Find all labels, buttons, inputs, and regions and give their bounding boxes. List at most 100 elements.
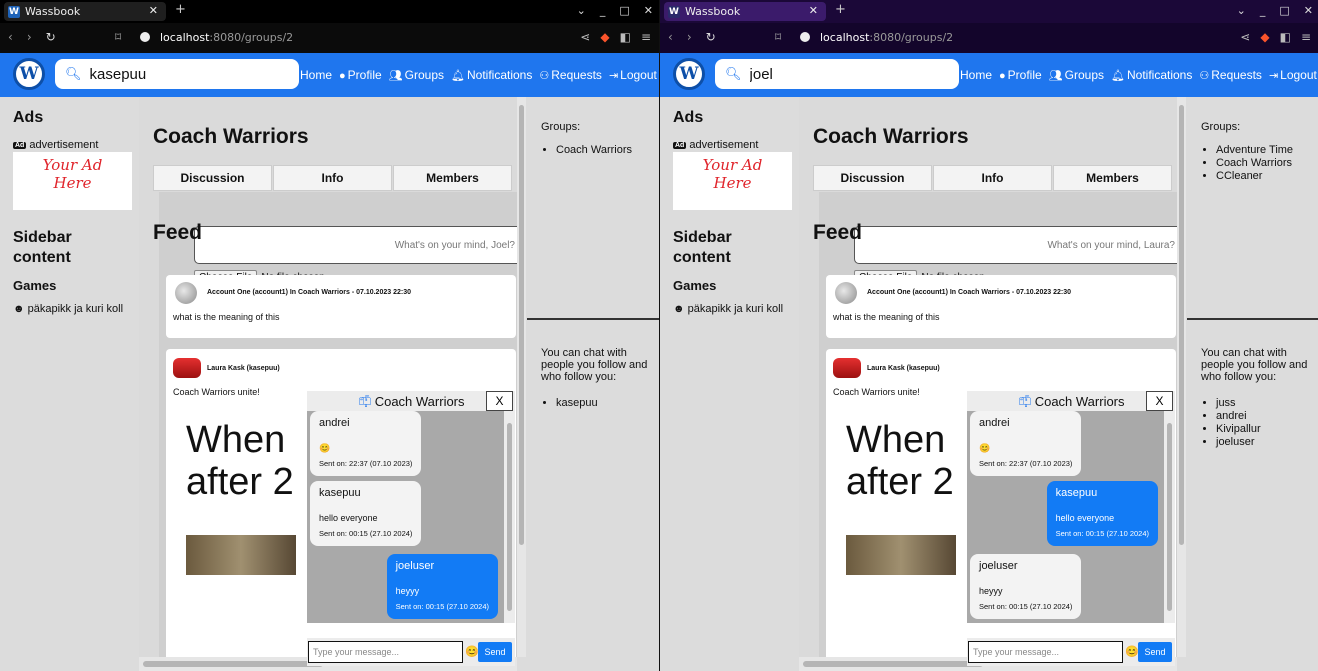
tab-close-icon[interactable]: ✕ xyxy=(149,4,158,17)
minimize-icon[interactable]: _ xyxy=(600,4,606,17)
scroll-thumb[interactable] xyxy=(507,423,512,611)
scroll-thumb[interactable] xyxy=(143,661,323,667)
browser-tab[interactable]: W Wassbook ✕ xyxy=(4,2,166,21)
search-input[interactable] xyxy=(89,65,270,83)
tab-members[interactable]: Members xyxy=(1053,165,1172,191)
nav-groups[interactable]: 👥︎ Groups xyxy=(1049,68,1104,82)
forward-icon[interactable]: › xyxy=(27,30,32,44)
ad-banner[interactable]: Your Ad Here xyxy=(673,152,792,210)
scroll-thumb[interactable] xyxy=(1167,423,1172,611)
site-info-icon[interactable] xyxy=(800,32,810,42)
tab-list-icon[interactable]: ⌄ xyxy=(577,4,586,17)
chat-user[interactable]: kasepuu xyxy=(556,397,598,410)
chat-user[interactable]: andrei xyxy=(1216,410,1261,423)
tab-info[interactable]: Info xyxy=(273,165,392,191)
tab-close-icon[interactable]: ✕ xyxy=(809,4,818,17)
nav-home[interactable]: Home xyxy=(958,68,992,82)
share-icon[interactable]: ⋖ xyxy=(1240,30,1250,44)
share-icon[interactable]: ⋖ xyxy=(580,30,590,44)
nav-home[interactable]: Home xyxy=(298,68,332,82)
scroll-thumb[interactable] xyxy=(519,105,524,545)
group-link[interactable]: Coach Warriors xyxy=(556,144,632,157)
chat-text: hello everyone xyxy=(319,513,378,523)
tab-info[interactable]: Info xyxy=(933,165,1052,191)
nav-logout[interactable]: ⇥ Logout xyxy=(609,68,657,82)
divider xyxy=(1187,318,1318,320)
main-scrollbar[interactable] xyxy=(517,97,526,657)
url-field[interactable]: localhost:8080/groups/2 xyxy=(160,31,293,44)
wassbook-logo[interactable]: W xyxy=(673,58,705,90)
divider xyxy=(527,318,659,320)
search-input[interactable] xyxy=(749,65,930,83)
chat-user[interactable]: juss xyxy=(1216,397,1261,410)
chat-message-input[interactable]: Type your message... xyxy=(968,641,1123,663)
address-bar: ‹ › ↻ ⌑ localhost:8080/groups/2 ⋖ ◆ ◧ ≡ xyxy=(0,23,659,53)
chat-user[interactable]: joeluser xyxy=(1216,436,1261,449)
reload-icon[interactable]: ↻ xyxy=(46,30,56,44)
new-tab-icon[interactable]: + xyxy=(835,2,846,17)
window-close-icon[interactable]: ✕ xyxy=(1304,4,1313,17)
emoji-icon[interactable]: 😊 xyxy=(465,645,479,658)
browser-tab[interactable]: W Wassbook ✕ xyxy=(664,2,826,21)
game-link[interactable]: ☻ päkapikk ja kuri koll xyxy=(13,303,125,315)
chat-user[interactable]: Kivipallur xyxy=(1216,423,1261,436)
brave-shield-icon[interactable]: ◆ xyxy=(600,30,609,44)
search-box[interactable]: 🔍︎ xyxy=(55,59,299,89)
nav-logout[interactable]: ⇥ Logout xyxy=(1269,68,1317,82)
chat-message-input[interactable]: Type your message... xyxy=(308,641,463,663)
forward-icon[interactable]: › xyxy=(687,30,692,44)
scroll-thumb[interactable] xyxy=(1179,105,1184,545)
main-scrollbar[interactable] xyxy=(1177,97,1186,657)
scroll-thumb[interactable] xyxy=(803,661,983,667)
browser-window-left: W Wassbook ✕ + ⌄ _ □ ✕ ‹ › ↻ ⌑ localhost… xyxy=(0,0,659,671)
nav-profile[interactable]: ● Profile xyxy=(339,68,382,82)
nav-profile[interactable]: ● Profile xyxy=(999,68,1042,82)
new-post-input[interactable]: What's on your mind, Joel? xyxy=(194,226,517,264)
search-box[interactable]: 🔍︎ xyxy=(715,59,959,89)
group-link[interactable]: Coach Warriors xyxy=(1216,157,1293,170)
brave-shield-icon[interactable]: ◆ xyxy=(1260,30,1269,44)
chat-scrollbar[interactable] xyxy=(1164,411,1175,623)
chat-close-button[interactable]: X xyxy=(1146,391,1173,411)
nav-requests[interactable]: ⚇ Requests xyxy=(1199,68,1262,82)
menu-icon[interactable]: ≡ xyxy=(1301,30,1311,44)
tab-list-icon[interactable]: ⌄ xyxy=(1237,4,1246,17)
group-link[interactable]: Adventure Time xyxy=(1216,144,1293,157)
nav-notifications[interactable]: 🔔︎ Notifications xyxy=(1111,68,1192,82)
post-card[interactable]: Account One (account1) In Coach Warriors… xyxy=(826,275,1176,338)
maximize-icon[interactable]: □ xyxy=(1279,4,1289,17)
bookmark-icon[interactable]: ⌑ xyxy=(775,30,781,44)
send-button[interactable]: Send xyxy=(1138,642,1172,662)
post-card[interactable]: Account One (account1) In Coach Warriors… xyxy=(166,275,516,338)
nav-groups[interactable]: 👥︎ Groups xyxy=(389,68,444,82)
back-icon[interactable]: ‹ xyxy=(8,30,13,44)
new-post-input[interactable]: What's on your mind, Laura? xyxy=(854,226,1177,264)
menu-icon[interactable]: ≡ xyxy=(641,30,651,44)
window-close-icon[interactable]: ✕ xyxy=(644,4,653,17)
site-info-icon[interactable] xyxy=(140,32,150,42)
maximize-icon[interactable]: □ xyxy=(619,4,629,17)
bookmark-icon[interactable]: ⌑ xyxy=(115,30,121,44)
url-host: localhost xyxy=(160,31,210,44)
wassbook-logo[interactable]: W xyxy=(13,58,45,90)
new-tab-icon[interactable]: + xyxy=(175,2,186,17)
send-button[interactable]: Send xyxy=(478,642,512,662)
sidebar-toggle-icon[interactable]: ◧ xyxy=(620,30,631,44)
group-link[interactable]: CCleaner xyxy=(1216,170,1293,183)
ad-banner[interactable]: Your Ad Here xyxy=(13,152,132,210)
tab-discussion[interactable]: Discussion xyxy=(813,165,932,191)
back-icon[interactable]: ‹ xyxy=(668,30,673,44)
minimize-icon[interactable]: _ xyxy=(1260,4,1266,17)
chat-title: Coach Warriors xyxy=(1034,393,1125,409)
nav-requests[interactable]: ⚇ Requests xyxy=(539,68,602,82)
url-field[interactable]: localhost:8080/groups/2 xyxy=(820,31,953,44)
nav-notifications[interactable]: 🔔︎ Notifications xyxy=(451,68,532,82)
tab-discussion[interactable]: Discussion xyxy=(153,165,272,191)
emoji-icon[interactable]: 😊 xyxy=(1125,645,1139,658)
chat-scrollbar[interactable] xyxy=(504,411,515,623)
reload-icon[interactable]: ↻ xyxy=(706,30,716,44)
chat-close-button[interactable]: X xyxy=(486,391,513,411)
sidebar-toggle-icon[interactable]: ◧ xyxy=(1280,30,1291,44)
tab-members[interactable]: Members xyxy=(393,165,512,191)
game-link[interactable]: ☻ päkapikk ja kuri koll xyxy=(673,303,785,315)
